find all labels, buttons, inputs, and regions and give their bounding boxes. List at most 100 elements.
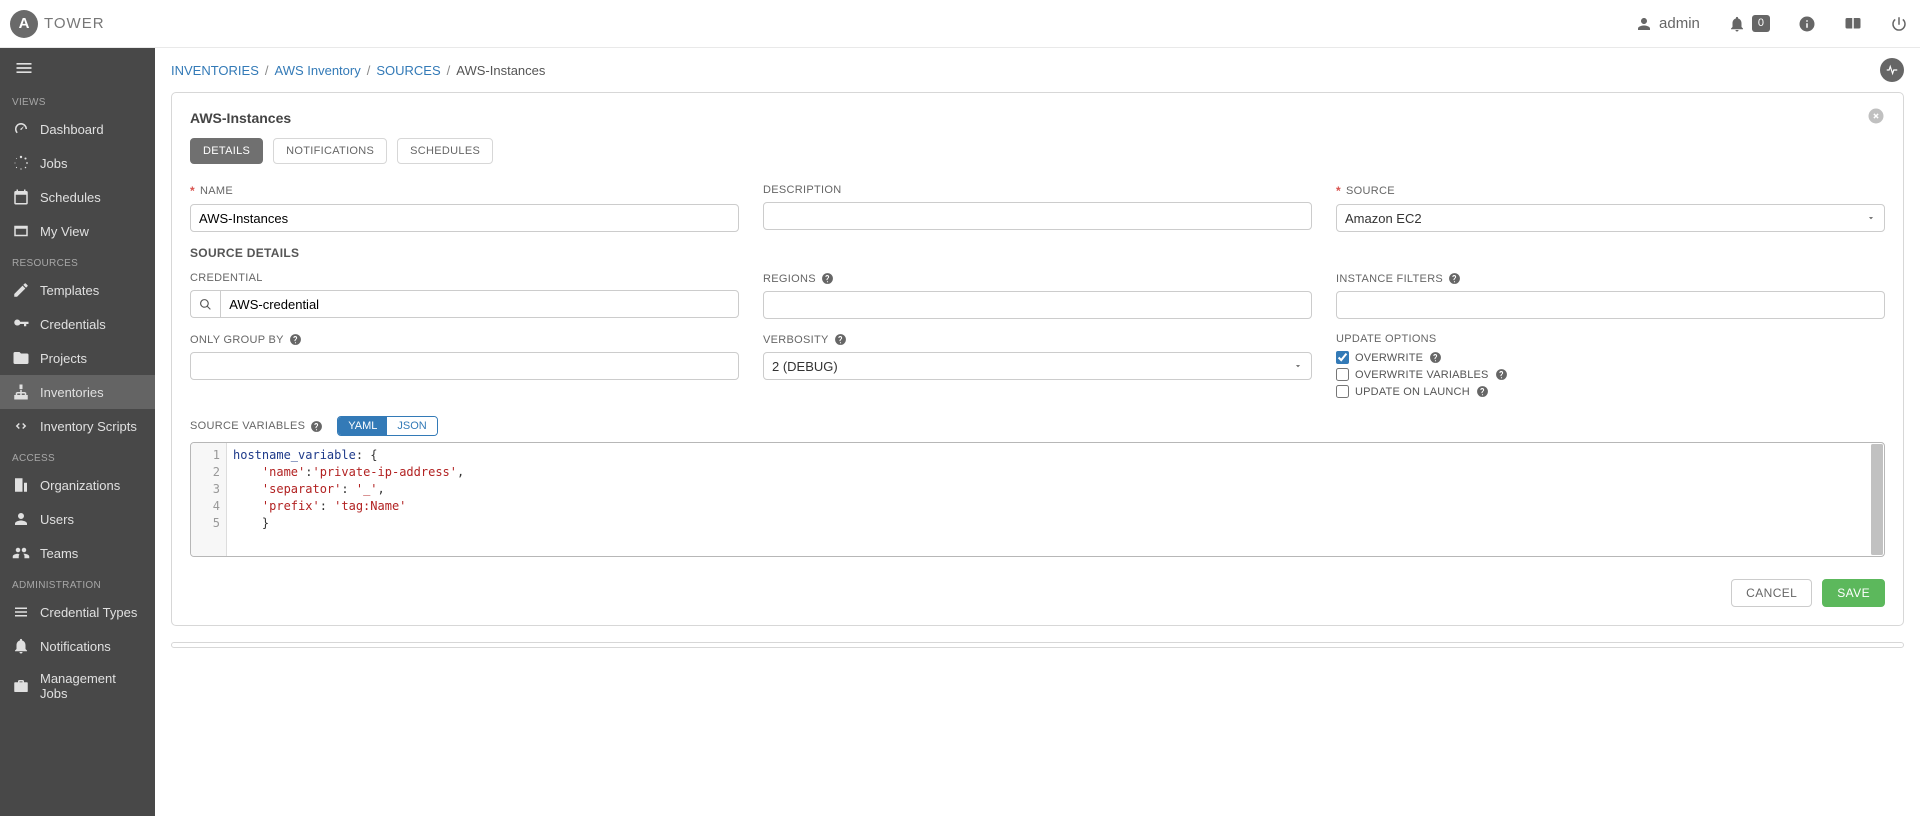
briefcase-icon: [12, 677, 30, 695]
save-button[interactable]: SAVE: [1822, 579, 1885, 607]
tab-notifications[interactable]: NOTIFICATIONS: [273, 138, 387, 164]
sidebar-item-projects[interactable]: Projects: [0, 341, 155, 375]
info-button[interactable]: [1798, 15, 1816, 33]
cancel-button[interactable]: CANCEL: [1731, 579, 1812, 607]
sidebar-item-label: Management Jobs: [40, 671, 143, 701]
code-gutter: 1 2 3 4 5: [191, 443, 227, 556]
book-icon: [1844, 15, 1862, 33]
sidebar-item-label: Organizations: [40, 478, 120, 493]
breadcrumb-sep: /: [367, 63, 371, 78]
code-scrollbar[interactable]: [1871, 444, 1883, 555]
sidebar-item-label: Notifications: [40, 639, 111, 654]
source-select[interactable]: Amazon EC2: [1336, 204, 1885, 232]
alerts-button[interactable]: 0: [1728, 15, 1770, 33]
overwrite-checkbox-row[interactable]: OVERWRITE: [1336, 351, 1885, 364]
topbar: A TOWER admin 0: [0, 0, 1920, 48]
crumb-inventories[interactable]: INVENTORIES: [171, 63, 259, 78]
overwrite-variables-checkbox[interactable]: [1336, 368, 1349, 381]
crumb-inventory-name[interactable]: AWS Inventory: [275, 63, 361, 78]
sidebar-item-dashboard[interactable]: Dashboard: [0, 112, 155, 146]
source-details-heading: SOURCE DETAILS: [190, 246, 1885, 260]
format-toggle: YAML JSON: [337, 416, 437, 436]
sidebar-item-label: Credentials: [40, 317, 106, 332]
overwrite-checkbox[interactable]: [1336, 351, 1349, 364]
source-variables-editor[interactable]: 1 2 3 4 5 hostname_variable: { 'name':'p…: [190, 442, 1885, 557]
breadcrumb-sep: /: [265, 63, 269, 78]
sidebar-item-schedules[interactable]: Schedules: [0, 180, 155, 214]
help-icon[interactable]: [1476, 385, 1489, 398]
sidebar-item-label: Dashboard: [40, 122, 104, 137]
sidebar-item-inventories[interactable]: Inventories: [0, 375, 155, 409]
help-icon[interactable]: [1429, 351, 1442, 364]
sidebar-toggle-button[interactable]: [0, 48, 155, 87]
help-icon[interactable]: [1495, 368, 1508, 381]
sidebar-item-teams[interactable]: Teams: [0, 536, 155, 570]
sidebar-item-jobs[interactable]: Jobs: [0, 146, 155, 180]
sidebar-section-views: VIEWS: [0, 87, 155, 112]
alerts-count-badge: 0: [1752, 15, 1770, 32]
sidebar-item-users[interactable]: Users: [0, 502, 155, 536]
gauge-icon: [12, 120, 30, 138]
name-input[interactable]: [190, 204, 739, 232]
instance-filters-label: INSTANCE FILTERS: [1336, 272, 1885, 285]
tab-details[interactable]: DETAILS: [190, 138, 263, 164]
sidebar-item-credentials[interactable]: Credentials: [0, 307, 155, 341]
power-button[interactable]: [1890, 15, 1908, 33]
user-menu[interactable]: admin: [1635, 15, 1700, 33]
sidebar-item-label: Inventory Scripts: [40, 419, 137, 434]
sidebar-item-templates[interactable]: Templates: [0, 273, 155, 307]
format-yaml-button[interactable]: YAML: [338, 417, 387, 435]
source-panel: AWS-Instances DETAILS NOTIFICATIONS SCHE…: [171, 92, 1904, 626]
docs-button[interactable]: [1844, 15, 1862, 33]
search-icon: [199, 298, 212, 311]
panel-close-button[interactable]: [1867, 107, 1885, 128]
caret-down-icon: [1866, 213, 1876, 223]
sidebar-item-myview[interactable]: My View: [0, 214, 155, 248]
format-json-button[interactable]: JSON: [387, 417, 436, 435]
help-icon[interactable]: [821, 272, 834, 285]
user-label: admin: [1659, 15, 1700, 32]
sidebar-item-label: My View: [40, 224, 89, 239]
crumb-sources[interactable]: SOURCES: [376, 63, 440, 78]
sidebar-item-management-jobs[interactable]: Management Jobs: [0, 663, 155, 709]
brand-name: TOWER: [44, 15, 105, 32]
sidebar: VIEWS Dashboard Jobs Schedules My View R…: [0, 48, 155, 816]
only-group-by-input[interactable]: [190, 352, 739, 380]
secondary-panel: [171, 642, 1904, 648]
activity-icon: [1885, 63, 1899, 77]
description-input[interactable]: [763, 202, 1312, 230]
update-on-launch-checkbox[interactable]: [1336, 385, 1349, 398]
sidebar-item-label: Schedules: [40, 190, 101, 205]
credential-input[interactable]: [220, 290, 739, 318]
sidebar-item-inventory-scripts[interactable]: Inventory Scripts: [0, 409, 155, 443]
sidebar-section-resources: RESOURCES: [0, 248, 155, 273]
sidebar-item-organizations[interactable]: Organizations: [0, 468, 155, 502]
help-icon[interactable]: [834, 333, 847, 346]
activity-stream-button[interactable]: [1880, 58, 1904, 82]
sidebar-item-credential-types[interactable]: Credential Types: [0, 595, 155, 629]
instance-filters-input[interactable]: [1336, 291, 1885, 319]
only-group-by-label: ONLY GROUP BY: [190, 333, 739, 346]
regions-input[interactable]: [763, 291, 1312, 319]
main-content: INVENTORIES / AWS Inventory / SOURCES / …: [155, 48, 1920, 816]
credential-lookup-button[interactable]: [190, 290, 220, 318]
window-icon: [12, 222, 30, 240]
sitemap-icon: [12, 383, 30, 401]
sidebar-item-label: Templates: [40, 283, 99, 298]
help-icon[interactable]: [1448, 272, 1461, 285]
help-icon[interactable]: [289, 333, 302, 346]
code-icon: [12, 417, 30, 435]
sidebar-item-notifications[interactable]: Notifications: [0, 629, 155, 663]
help-icon[interactable]: [310, 420, 323, 433]
sidebar-item-label: Credential Types: [40, 605, 137, 620]
power-icon: [1890, 15, 1908, 33]
tab-schedules[interactable]: SCHEDULES: [397, 138, 493, 164]
sidebar-item-label: Teams: [40, 546, 78, 561]
update-on-launch-checkbox-row[interactable]: UPDATE ON LAUNCH: [1336, 385, 1885, 398]
verbosity-select[interactable]: 2 (DEBUG): [763, 352, 1312, 380]
brand-logo-icon: A: [10, 10, 38, 38]
overwrite-variables-checkbox-row[interactable]: OVERWRITE VARIABLES: [1336, 368, 1885, 381]
code-body[interactable]: hostname_variable: { 'name':'private-ip-…: [227, 443, 1884, 556]
sidebar-item-label: Users: [40, 512, 74, 527]
users-icon: [12, 544, 30, 562]
